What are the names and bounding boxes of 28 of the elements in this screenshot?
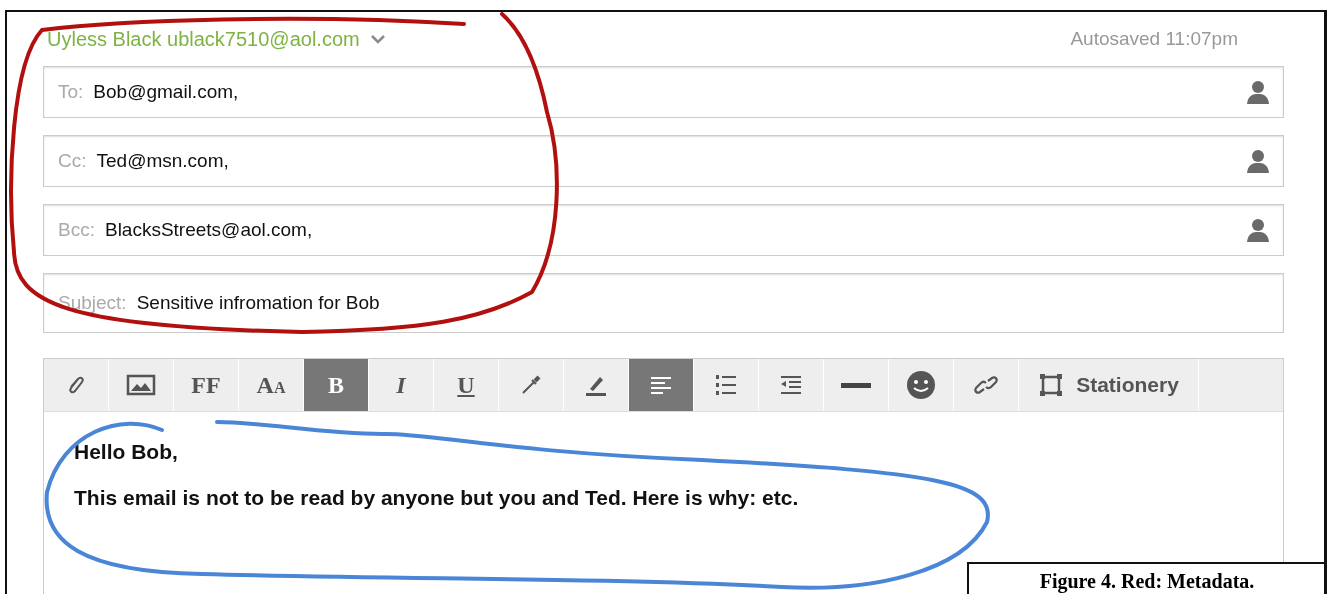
smiley-icon bbox=[906, 370, 936, 400]
address-field[interactable]: Subject: Sensitive infromation for Bob bbox=[43, 273, 1284, 333]
image-icon bbox=[126, 373, 156, 397]
toolbar-button[interactable]: B bbox=[304, 359, 369, 411]
link-icon bbox=[972, 374, 1000, 396]
field-value: BlacksStreets@aol.com, bbox=[104, 219, 314, 241]
field-label: Bcc: bbox=[58, 219, 95, 241]
autosave-status: Autosaved 11:07pm bbox=[1070, 28, 1238, 50]
field-value: Ted@msn.com, bbox=[96, 150, 230, 172]
numbered-list-icon bbox=[713, 372, 739, 398]
figure-caption: Figure 4. Red: Metadata. bbox=[967, 562, 1324, 594]
field-label: Subject: bbox=[58, 292, 127, 314]
field-value: Sensitive infromation for Bob bbox=[136, 292, 381, 314]
person-icon[interactable] bbox=[1245, 217, 1271, 243]
align-left-icon bbox=[648, 374, 674, 396]
address-field[interactable]: Bcc: BlacksStreets@aol.com, bbox=[43, 204, 1284, 256]
frame-icon bbox=[1038, 372, 1065, 398]
body-text: This email is not to be read by anyone but you and Ted. Here is why: etc. bbox=[74, 486, 800, 510]
toolbar-button[interactable] bbox=[629, 359, 694, 411]
body-text: Hello Bob, bbox=[74, 440, 179, 464]
person-icon[interactable] bbox=[1245, 79, 1271, 105]
field-label: Cc: bbox=[58, 150, 87, 172]
address-field[interactable]: To: Bob@gmail.com, bbox=[43, 66, 1284, 118]
person-icon[interactable] bbox=[1245, 148, 1271, 174]
field-label: To: bbox=[58, 81, 84, 103]
field-value: Bob@gmail.com, bbox=[93, 81, 240, 103]
chevron-down-icon bbox=[369, 34, 386, 44]
address-field[interactable]: Cc: Ted@msn.com, bbox=[43, 135, 1284, 187]
